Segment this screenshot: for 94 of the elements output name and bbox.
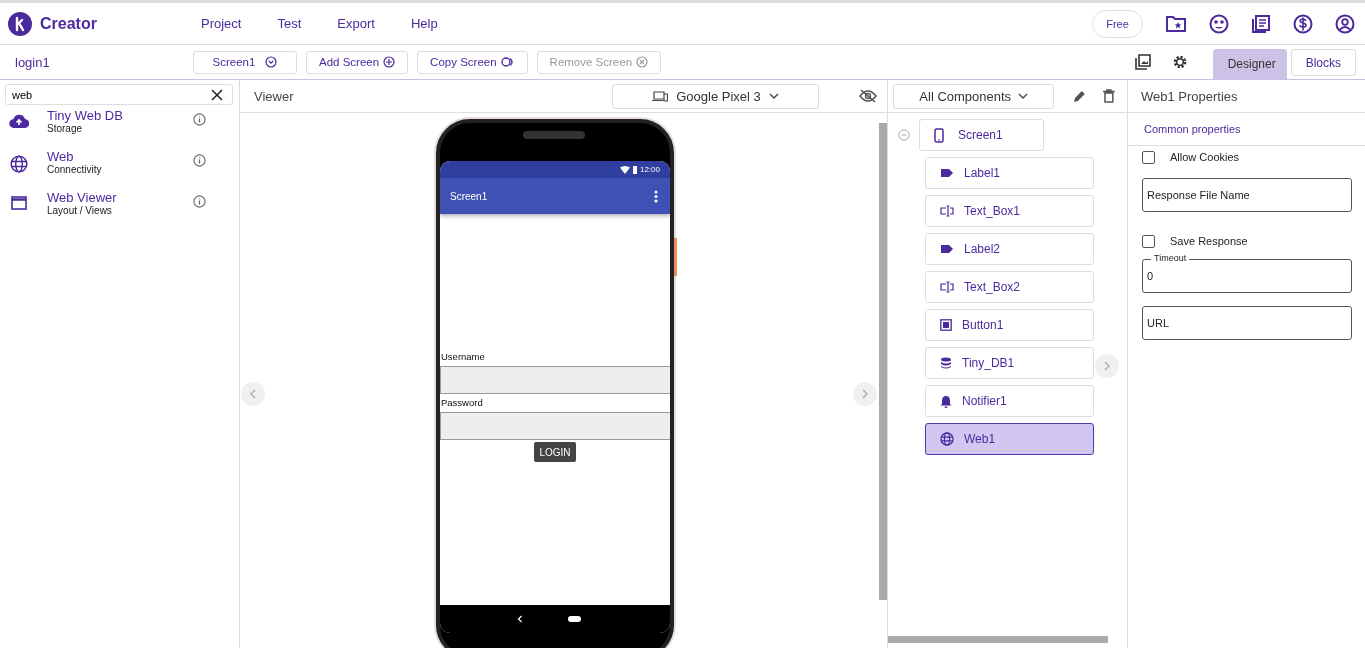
- field-value: 0: [1147, 270, 1154, 282]
- face-icon[interactable]: [1209, 13, 1229, 34]
- text-field[interactable]: [440, 366, 670, 394]
- tree-item[interactable]: Tiny_DB1: [925, 347, 1094, 379]
- globe-icon: [940, 432, 954, 446]
- component-category: Storage: [47, 123, 84, 134]
- tree-item[interactable]: Web1: [925, 423, 1094, 455]
- screen-title: Screen1: [450, 190, 488, 202]
- tree-item[interactable]: Text_Box2: [925, 271, 1094, 303]
- chevron-down-icon: [1018, 93, 1029, 99]
- clock-text: 12:00: [639, 165, 660, 174]
- tag-icon: [940, 244, 954, 254]
- scrollbar[interactable]: [879, 123, 887, 600]
- menu-item[interactable]: Test: [277, 16, 302, 31]
- copy-icon: [500, 56, 515, 68]
- chevron-down-icon: [265, 56, 278, 68]
- plus-icon: [383, 56, 396, 68]
- view-tab[interactable]: Designer: [1212, 49, 1287, 79]
- text-cursor-icon: [940, 205, 954, 217]
- scrollbar[interactable]: [888, 636, 1108, 643]
- component-name[interactable]: Web: [47, 149, 187, 164]
- project-name: login1: [15, 54, 51, 70]
- back-icon: [517, 615, 523, 623]
- checkbox[interactable]: [1142, 234, 1155, 248]
- tree-item[interactable]: Button1: [925, 309, 1094, 341]
- folder-star-icon[interactable]: [1165, 13, 1187, 34]
- components-filter-dropdown[interactable]: All Components: [893, 83, 1055, 109]
- panel-title: Web1 Properties: [1141, 88, 1238, 104]
- section-title: Common properties: [1144, 123, 1241, 135]
- text-cursor-icon: [940, 281, 954, 293]
- tree-item[interactable]: Text_Box1: [925, 195, 1094, 227]
- tag-icon: [940, 168, 954, 178]
- checkbox-label: Allow Cookies: [1170, 151, 1240, 163]
- text-field[interactable]: Response File Name: [1142, 178, 1352, 212]
- logo-icon: [8, 11, 32, 36]
- text-field[interactable]: [440, 412, 670, 440]
- devices-icon: [652, 90, 669, 102]
- image-gallery-icon[interactable]: [1134, 54, 1151, 70]
- info-icon[interactable]: [193, 154, 206, 167]
- field-label: Username: [441, 351, 486, 363]
- screen-button[interactable]: Add Screen: [306, 50, 409, 74]
- component-name[interactable]: Web Viewer: [47, 190, 187, 205]
- remove-icon: [636, 56, 649, 68]
- component-name[interactable]: Tiny Web DB: [47, 108, 187, 123]
- chevron-right-icon: [1103, 361, 1111, 371]
- user-icon[interactable]: [1335, 13, 1355, 34]
- text-field[interactable]: URL: [1142, 306, 1352, 340]
- clear-icon[interactable]: [211, 89, 223, 101]
- menu-item[interactable]: Project: [201, 16, 242, 31]
- field-label: Timeout: [1151, 253, 1190, 264]
- trash-icon[interactable]: [1103, 89, 1115, 103]
- chevron-right-icon: [861, 389, 869, 399]
- phone-speaker: [523, 131, 585, 139]
- view-tab[interactable]: Blocks: [1290, 49, 1356, 76]
- database-icon: [940, 357, 952, 369]
- square-icon: [940, 319, 952, 331]
- wifi-icon: [619, 165, 630, 174]
- tree-item[interactable]: Label2: [925, 233, 1094, 265]
- menu-item[interactable]: Export: [337, 16, 375, 31]
- dollar-icon[interactable]: [1293, 13, 1313, 34]
- screen-button[interactable]: Copy Screen: [417, 50, 528, 74]
- app-name: Creator: [40, 14, 97, 33]
- panel-title: Viewer: [254, 88, 295, 104]
- login-button[interactable]: LOGIN: [534, 442, 576, 462]
- bell-icon: [940, 394, 952, 408]
- info-icon[interactable]: [193, 113, 206, 126]
- home-icon: [568, 616, 581, 622]
- plan-badge[interactable]: Free: [1092, 9, 1143, 38]
- settings-icon[interactable]: [1171, 54, 1188, 70]
- window-icon: [9, 196, 29, 210]
- field-label: Password: [441, 397, 484, 409]
- chevron-left-icon: [249, 389, 257, 399]
- menu-item[interactable]: Help: [410, 16, 438, 31]
- search-field[interactable]: web: [5, 84, 233, 105]
- component-category: Connectivity: [47, 164, 103, 175]
- checkbox[interactable]: [1142, 150, 1155, 164]
- field-placeholder: URL: [1147, 317, 1169, 329]
- globe-icon: [9, 155, 29, 173]
- chevron-down-icon: [768, 93, 779, 99]
- phone-icon: [934, 127, 944, 143]
- field-placeholder: Response File Name: [1147, 189, 1250, 201]
- info-icon[interactable]: [193, 195, 206, 208]
- component-category: Layout / Views: [47, 205, 113, 216]
- screen-dropdown[interactable]: Screen1: [193, 50, 297, 74]
- tree-item[interactable]: Label1: [925, 157, 1094, 189]
- checkbox-label: Save Response: [1170, 235, 1248, 247]
- cloud-upload-icon: [9, 114, 29, 128]
- tree-item[interactable]: Notifier1: [925, 385, 1094, 417]
- battery-icon: [632, 165, 637, 174]
- hidden-eye-icon[interactable]: [859, 89, 877, 103]
- tree-item[interactable]: Screen1: [919, 119, 1044, 151]
- document-icon[interactable]: [1251, 13, 1271, 34]
- device-dropdown[interactable]: Google Pixel 3: [612, 83, 819, 109]
- more-icon: [654, 189, 658, 203]
